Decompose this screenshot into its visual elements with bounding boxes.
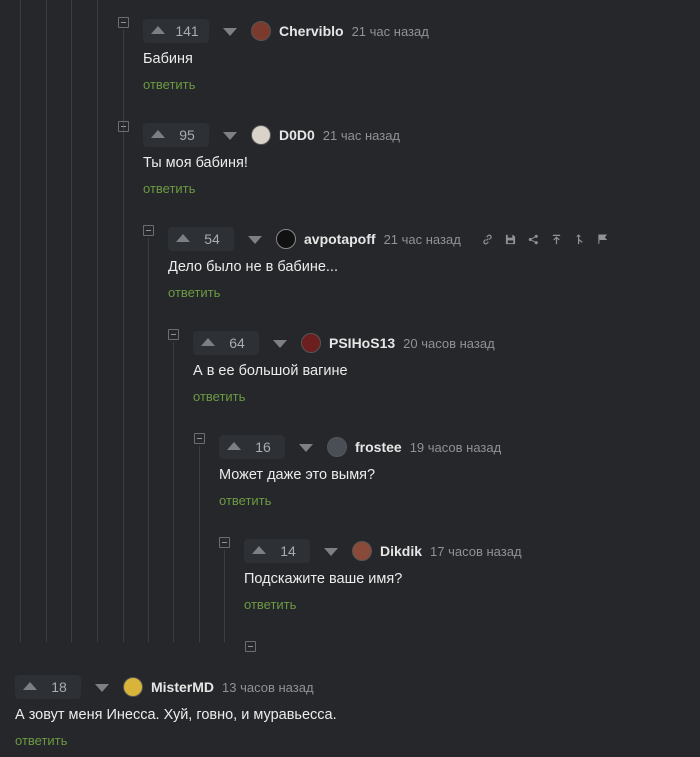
comment-score: 54 bbox=[204, 231, 220, 247]
upvote-arrow-icon[interactable] bbox=[248, 539, 270, 563]
go-to-parent-icon[interactable] bbox=[550, 233, 563, 246]
thread-line bbox=[199, 446, 200, 642]
downvote-arrow-icon[interactable] bbox=[269, 331, 291, 355]
thread-line bbox=[148, 238, 149, 642]
reply-link[interactable]: ответить bbox=[143, 77, 429, 92]
avatar[interactable] bbox=[327, 437, 347, 457]
thread-line bbox=[97, 0, 98, 642]
rating-control: 64 bbox=[193, 331, 259, 355]
comment-text: Может даже это вымя? bbox=[219, 467, 376, 483]
collapse-toggle[interactable] bbox=[194, 433, 205, 444]
downvote-arrow-icon[interactable] bbox=[244, 227, 266, 251]
reply-link[interactable]: ответить bbox=[244, 597, 522, 612]
thread-line bbox=[71, 0, 72, 642]
comment-header: 64 PSIHoS13 20 часов назад bbox=[193, 331, 495, 355]
comment: 54 avpotapoff 21 час назад Дело было не … bbox=[168, 227, 609, 300]
comment-text: А зовут меня Инесса. Хуй, говно, и мурав… bbox=[15, 707, 337, 723]
avatar[interactable] bbox=[352, 541, 372, 561]
avatar[interactable] bbox=[251, 21, 271, 41]
collapse-toggle[interactable] bbox=[118, 121, 129, 132]
save-icon[interactable] bbox=[504, 233, 517, 246]
comment-time: 17 часов назад bbox=[430, 543, 522, 559]
thread-line bbox=[173, 342, 174, 642]
collapse-toggle[interactable] bbox=[168, 329, 179, 340]
upvote-arrow-icon[interactable] bbox=[147, 19, 169, 43]
collapse-toggle[interactable] bbox=[143, 225, 154, 236]
avatar[interactable] bbox=[123, 677, 143, 697]
collapse-toggle[interactable] bbox=[245, 641, 256, 652]
comment-text: Подскажите ваше имя? bbox=[244, 571, 403, 587]
upvote-arrow-icon[interactable] bbox=[147, 123, 169, 147]
comment-time: 21 час назад bbox=[351, 23, 429, 39]
comment-text: Дело было не в бабине... bbox=[168, 259, 338, 275]
downvote-arrow-icon[interactable] bbox=[295, 435, 317, 459]
comment-time: 21 час назад bbox=[322, 127, 401, 143]
comment-text: Бабиня bbox=[143, 51, 193, 67]
avatar[interactable] bbox=[276, 229, 296, 249]
comment-time: 13 часов назад bbox=[222, 679, 314, 695]
comment-score: 18 bbox=[51, 679, 67, 695]
comment-header: 54 avpotapoff 21 час назад bbox=[168, 227, 609, 251]
reply-link[interactable]: ответить bbox=[143, 181, 400, 196]
upvote-arrow-icon[interactable] bbox=[19, 675, 41, 699]
comment-header: 14 Dikdik 17 часов назад bbox=[244, 539, 522, 563]
comment-time: 21 час назад bbox=[383, 231, 461, 247]
comment-score: 16 bbox=[255, 439, 271, 455]
avatar[interactable] bbox=[301, 333, 321, 353]
comment-score: 95 bbox=[179, 127, 195, 143]
comment-author[interactable]: avpotapoff bbox=[304, 231, 376, 247]
rating-control: 16 bbox=[219, 435, 285, 459]
share-icon[interactable] bbox=[527, 233, 540, 246]
comment-time: 20 часов назад bbox=[403, 335, 495, 351]
comment-score: 141 bbox=[175, 23, 199, 39]
comment: 18 MisterMD 13 часов назад А зовут меня … bbox=[15, 675, 337, 748]
upvote-arrow-icon[interactable] bbox=[172, 227, 194, 251]
comment-author[interactable]: D0D0 bbox=[279, 127, 315, 143]
report-flag-icon[interactable] bbox=[596, 233, 609, 246]
thread-line bbox=[224, 550, 225, 642]
comment-header: 95 D0D0 21 час назад bbox=[143, 123, 400, 147]
comment-text: А в ее большой вагине bbox=[193, 363, 348, 379]
comment-author[interactable]: PSIHoS13 bbox=[329, 335, 395, 351]
comment: 95 D0D0 21 час назад Ты моя бабиня! отве… bbox=[143, 123, 400, 196]
comment-author[interactable]: Cherviblo bbox=[279, 23, 344, 39]
comment-header: 141 Cherviblo 21 час назад bbox=[143, 19, 429, 43]
upvote-arrow-icon[interactable] bbox=[197, 331, 219, 355]
downvote-arrow-icon[interactable] bbox=[219, 123, 241, 147]
downvote-arrow-icon[interactable] bbox=[219, 19, 241, 43]
comment-header: 18 MisterMD 13 часов назад bbox=[15, 675, 337, 699]
link-icon[interactable] bbox=[481, 233, 494, 246]
comment-author[interactable]: MisterMD bbox=[151, 679, 214, 695]
rating-control: 95 bbox=[143, 123, 209, 147]
collapse-toggle[interactable] bbox=[219, 537, 230, 548]
rating-control: 14 bbox=[244, 539, 310, 563]
rating-control: 18 bbox=[15, 675, 81, 699]
comment-author[interactable]: Dikdik bbox=[380, 543, 422, 559]
comment: 141 Cherviblo 21 час назад Бабиня ответи… bbox=[143, 19, 429, 92]
reply-link[interactable]: ответить bbox=[168, 285, 609, 300]
reply-link[interactable]: ответить bbox=[15, 733, 337, 748]
comment-time: 19 часов назад bbox=[409, 439, 502, 455]
rating-control: 141 bbox=[143, 19, 209, 43]
reply-link[interactable]: ответить bbox=[193, 389, 495, 404]
comment-author[interactable]: frostee bbox=[355, 439, 402, 455]
comment: 14 Dikdik 17 часов назад Подскажите ваше… bbox=[244, 539, 522, 612]
avatar[interactable] bbox=[251, 125, 271, 145]
comment: 64 PSIHoS13 20 часов назад А в ее большо… bbox=[193, 331, 495, 404]
collapse-toggle[interactable] bbox=[118, 17, 129, 28]
comment-header: 16 frostee 19 часов назад bbox=[219, 435, 501, 459]
downvote-arrow-icon[interactable] bbox=[91, 675, 113, 699]
thread-line bbox=[46, 0, 47, 642]
branch-icon[interactable] bbox=[573, 233, 586, 246]
reply-link[interactable]: ответить bbox=[219, 493, 501, 508]
rating-control: 54 bbox=[168, 227, 234, 251]
comment-toolbar bbox=[471, 233, 609, 246]
comment: 16 frostee 19 часов назад Может даже это… bbox=[219, 435, 501, 508]
comment-text: Ты моя бабиня! bbox=[143, 155, 248, 171]
upvote-arrow-icon[interactable] bbox=[223, 435, 245, 459]
thread-line bbox=[20, 0, 21, 642]
comment-score: 64 bbox=[229, 335, 245, 351]
comment-score: 14 bbox=[280, 543, 296, 559]
downvote-arrow-icon[interactable] bbox=[320, 539, 342, 563]
